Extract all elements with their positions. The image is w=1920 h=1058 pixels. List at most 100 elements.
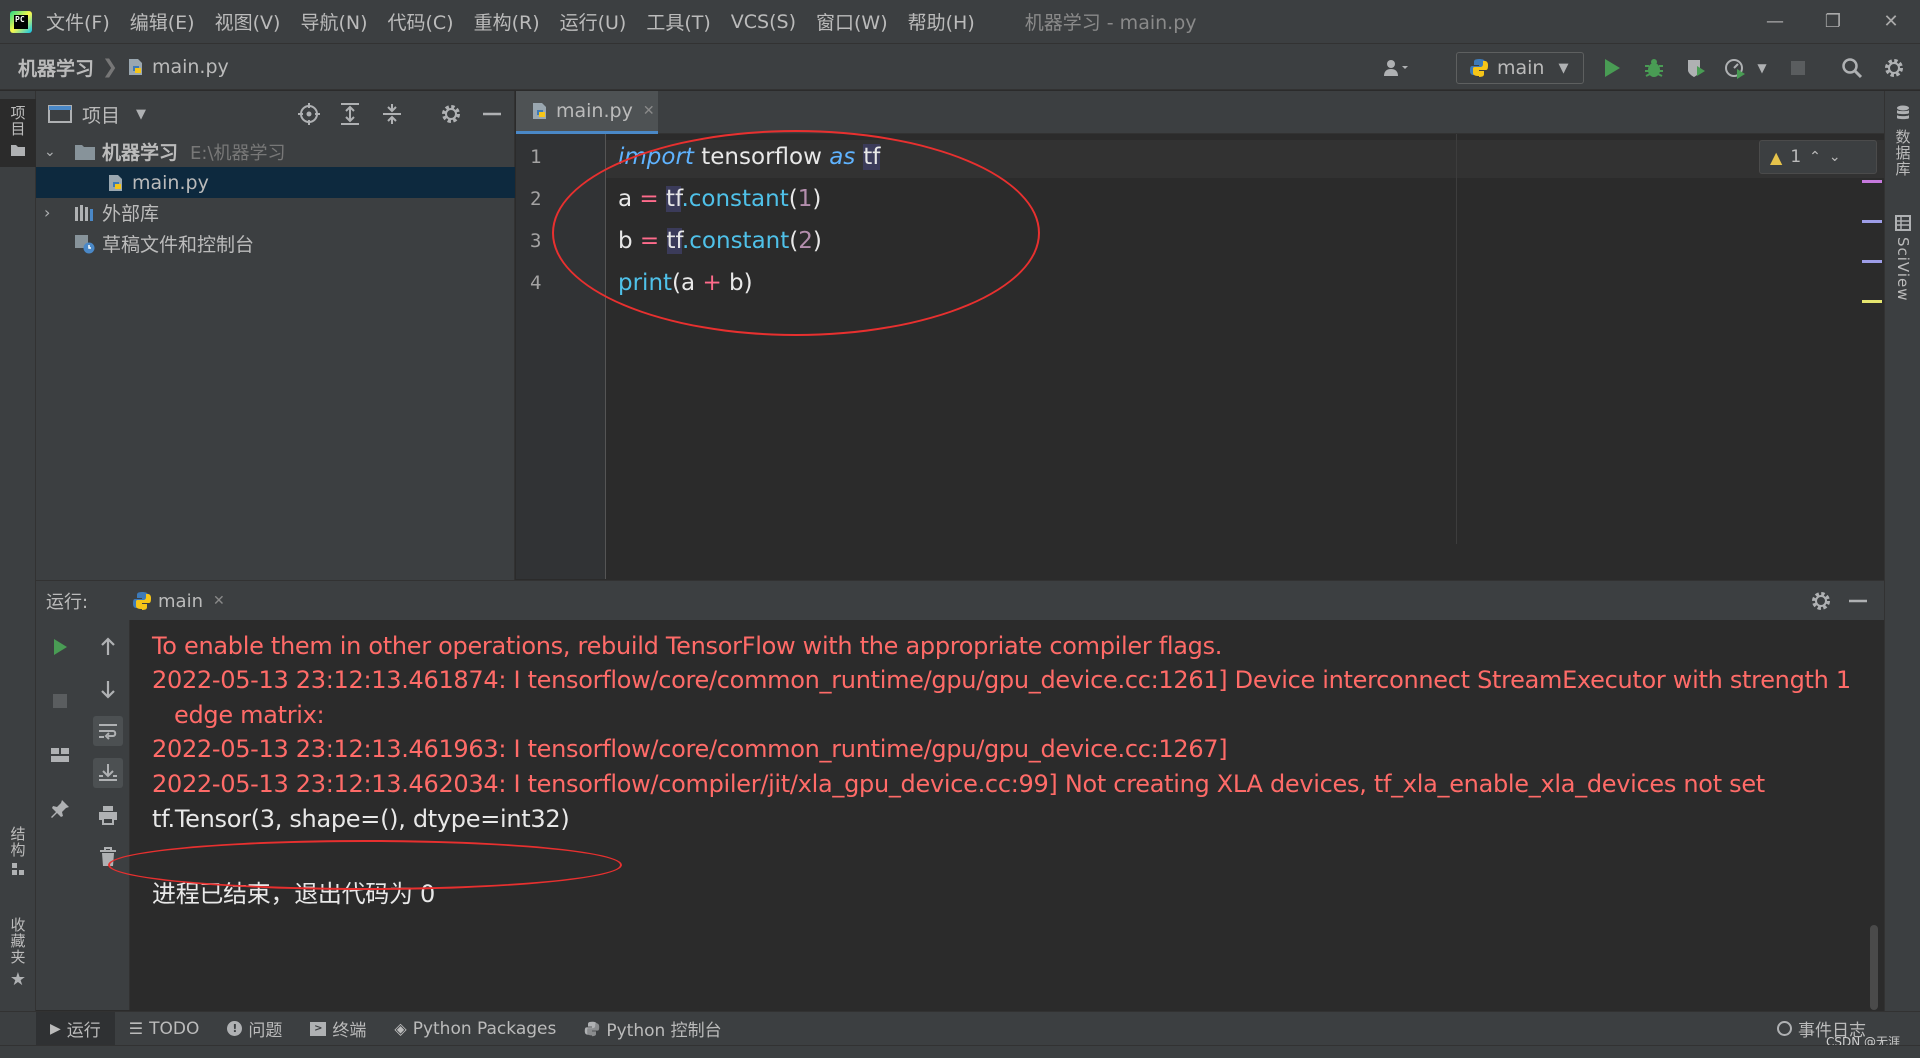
code-line-2: a = tf.constant(1) <box>618 186 821 212</box>
stop-button[interactable] <box>45 686 75 716</box>
up-arrow-icon[interactable] <box>93 632 123 662</box>
run-window-label: 运行: <box>46 591 89 613</box>
menu-code[interactable]: 代码(C) <box>387 8 453 35</box>
tree-item-external-libraries[interactable]: › 外部库 <box>36 197 515 228</box>
bottom-tab-terminal[interactable]: > 终端 <box>296 1012 380 1046</box>
project-panel: 项目 ▼ ⌄ 机器学习 E:\机器学习 main.py › 外部库 草稿文件和控… <box>36 91 515 580</box>
tree-item-scratches[interactable]: 草稿文件和控制台 <box>36 228 515 259</box>
menu-file[interactable]: 文件(F) <box>46 8 110 35</box>
menu-vcs[interactable]: VCS(S) <box>731 11 796 33</box>
bottom-tab-python-packages[interactable]: ◈ Python Packages <box>380 1012 570 1046</box>
pin-tab-icon[interactable] <box>45 794 75 824</box>
minimize-button[interactable]: — <box>1746 0 1804 43</box>
run-settings-gear-icon[interactable] <box>1810 590 1832 616</box>
hide-run-window-icon[interactable] <box>1848 590 1868 616</box>
tool-tab-sciview[interactable]: SciView <box>1885 215 1920 335</box>
function-constant: .constant <box>681 228 790 254</box>
more-run-options-chevron-icon[interactable]: ▼ <box>1752 54 1772 82</box>
tool-tab-database[interactable]: 数据库 <box>1885 105 1920 205</box>
collapse-all-icon[interactable] <box>382 103 402 129</box>
tree-item-main-py[interactable]: main.py <box>36 167 515 198</box>
error-stripe-marker[interactable] <box>1862 300 1882 303</box>
expand-all-icon[interactable] <box>340 103 360 129</box>
locate-file-icon[interactable] <box>298 103 320 129</box>
tool-tab-project[interactable]: 项目 <box>0 99 36 167</box>
library-icon <box>75 204 93 221</box>
run-tab-main[interactable]: main ✕ <box>120 581 237 621</box>
tool-tab-favorites[interactable]: 收藏夹 ★ <box>0 917 36 1007</box>
paren-open: ( <box>788 186 798 212</box>
settings-gear-icon[interactable] <box>1880 54 1908 82</box>
code-line-3: b = tf.constant(2) <box>618 228 822 254</box>
clear-all-trash-icon[interactable] <box>93 842 123 872</box>
breadcrumb-file[interactable]: main.py <box>152 56 229 78</box>
tool-tab-favorites-label: 收藏夹 <box>8 917 27 965</box>
module-name: tensorflow <box>693 144 830 170</box>
bottom-tab-python-console[interactable]: Python 控制台 <box>570 1012 735 1046</box>
chevron-down-icon[interactable]: ⌄ <box>44 144 68 160</box>
tool-tab-sciview-label: SciView <box>1894 237 1912 302</box>
menu-refactor[interactable]: 重构(R) <box>474 8 540 35</box>
line-number: 4 <box>530 272 542 294</box>
profile-button[interactable] <box>1722 54 1750 82</box>
console-toolbar <box>84 620 130 1010</box>
paren-close: ) <box>812 228 822 254</box>
menu-run[interactable]: 运行(U) <box>560 8 627 35</box>
error-stripe-marker[interactable] <box>1862 220 1882 223</box>
console-line: 2022-05-13 23:12:13.461874: I tensorflow… <box>152 666 1851 694</box>
down-arrow-icon[interactable] <box>93 674 123 704</box>
project-root-path: E:\机器学习 <box>190 142 286 164</box>
chevron-right-icon[interactable]: › <box>44 203 68 222</box>
python-icon <box>133 592 151 610</box>
error-stripe-marker[interactable] <box>1862 180 1882 183</box>
next-highlight-icon[interactable]: ⌄ <box>1829 149 1841 165</box>
inspections-widget[interactable]: ▲ 1 ⌃ ⌄ <box>1759 140 1877 174</box>
bottom-tab-problems[interactable]: ! 问题 <box>213 1012 296 1046</box>
run-console-output[interactable]: To enable them in other operations, rebu… <box>130 620 1884 1010</box>
debug-button[interactable] <box>1640 54 1668 82</box>
maximize-button[interactable]: ❐ <box>1804 0 1862 43</box>
previous-highlight-icon[interactable]: ⌃ <box>1809 149 1821 165</box>
stop-button[interactable] <box>1784 54 1812 82</box>
scroll-to-end-icon[interactable] <box>93 758 123 788</box>
restore-layout-icon[interactable] <box>45 740 75 770</box>
rerun-button[interactable] <box>45 632 75 662</box>
menu-tools[interactable]: 工具(T) <box>646 8 710 35</box>
paren-close: ) <box>812 186 822 212</box>
search-everywhere-icon[interactable] <box>1838 54 1866 82</box>
inspection-count: 1 <box>1790 147 1802 167</box>
python-file-icon <box>533 103 546 119</box>
bottom-tab-run[interactable]: ▶ 运行 <box>36 1011 115 1046</box>
run-button[interactable] <box>1598 54 1626 82</box>
panel-settings-gear-icon[interactable] <box>440 103 462 129</box>
tree-item-scratches-label: 草稿文件和控制台 <box>102 234 255 256</box>
menu-window[interactable]: 窗口(W) <box>816 8 888 35</box>
tree-item-project-root[interactable]: ⌄ 机器学习 E:\机器学习 <box>36 136 515 167</box>
user-account-icon[interactable] <box>1382 54 1410 82</box>
bottom-tab-todo[interactable]: ☰ TODO <box>115 1012 214 1046</box>
run-config-selector[interactable]: main ▼ <box>1456 52 1584 84</box>
terminal-icon: > <box>310 1021 327 1036</box>
close-tab-icon[interactable]: ✕ <box>643 103 655 119</box>
menu-view[interactable]: 视图(V) <box>215 8 281 35</box>
keyword-import: import <box>618 144 694 170</box>
editor-tab-main-py[interactable]: main.py ✕ <box>516 91 658 134</box>
error-stripe-marker[interactable] <box>1862 260 1882 263</box>
close-window-button[interactable]: ✕ <box>1862 0 1920 43</box>
right-tool-strip: 数据库 SciView <box>1884 91 1920 1011</box>
console-scrollbar[interactable] <box>1870 925 1878 1010</box>
tool-tab-structure[interactable]: 结构 <box>0 826 36 906</box>
close-tab-icon[interactable]: ✕ <box>213 593 225 609</box>
menu-help[interactable]: 帮助(H) <box>908 8 975 35</box>
breadcrumb-project[interactable]: 机器学习 <box>18 54 94 81</box>
project-panel-title[interactable]: 项目 <box>82 101 120 128</box>
chevron-down-icon[interactable]: ▼ <box>136 107 146 122</box>
menu-navigate[interactable]: 导航(N) <box>300 8 367 35</box>
soft-wrap-icon[interactable] <box>93 716 123 746</box>
menu-edit[interactable]: 编辑(E) <box>130 8 195 35</box>
number-literal: 1 <box>797 186 813 212</box>
hide-panel-icon[interactable] <box>482 103 502 129</box>
run-with-coverage-button[interactable] <box>1682 54 1710 82</box>
print-icon[interactable] <box>93 800 123 830</box>
code-editor[interactable]: import tensorflow as tf a = tf.constant(1… <box>606 134 1884 579</box>
